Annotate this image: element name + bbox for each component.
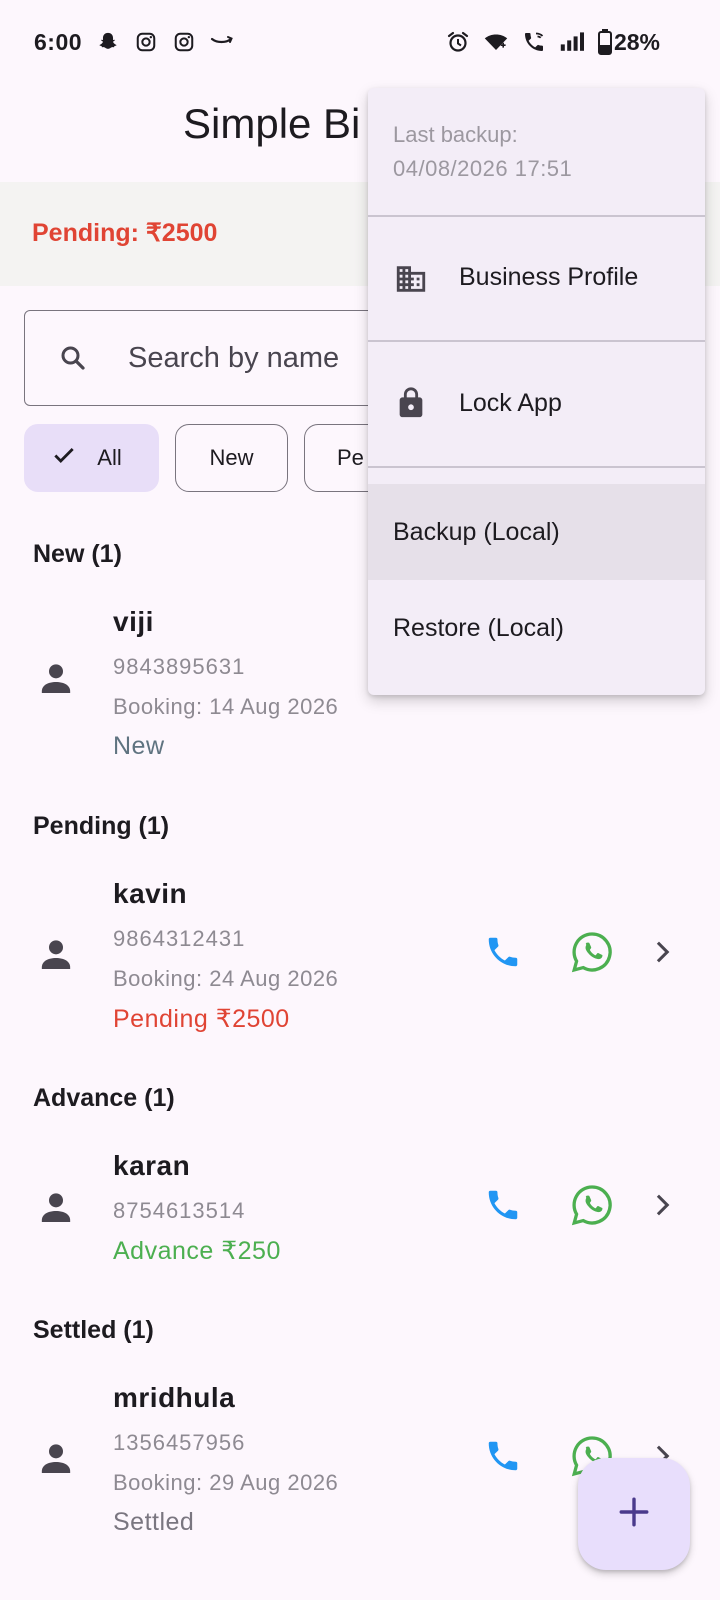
contact-name: viji	[113, 606, 154, 637]
filter-chip-label: New	[209, 445, 254, 470]
booking-date: Booking: 14 Aug 2026	[113, 694, 339, 719]
contact-name: mridhula	[113, 1382, 236, 1413]
page-title: Simple Bi	[183, 100, 361, 147]
person-icon	[36, 934, 76, 979]
contact-phone: 9864312431	[113, 926, 246, 951]
status-bar: 6:00 28%	[0, 0, 720, 84]
call-icon[interactable]	[484, 1437, 522, 1480]
chevron-right-icon[interactable]	[648, 1191, 676, 1224]
menu-item-label: Business Profile	[459, 263, 639, 291]
section-header-settled: Settled (1)	[33, 1316, 154, 1344]
booking-date: Booking: 24 Aug 2026	[113, 966, 339, 991]
filter-chip-label: Pe	[337, 445, 364, 470]
menu-item-restore-local[interactable]: Restore (Local)	[368, 580, 705, 676]
menu-item-backup-local[interactable]: Backup (Local)	[368, 484, 705, 580]
filter-chip-label: All	[97, 445, 122, 470]
list-item[interactable]: kavin 9864312431 Booking: 24 Aug 2026 Pe…	[0, 868, 720, 1038]
status-text: New	[113, 732, 165, 760]
clock: 6:00	[34, 28, 83, 55]
wifi-icon	[484, 30, 508, 54]
amazon-icon	[210, 30, 234, 54]
search-icon	[58, 343, 88, 378]
battery-icon	[597, 29, 612, 55]
filter-chip-new[interactable]: New	[175, 424, 288, 492]
section-header-new: New (1)	[33, 540, 122, 568]
last-backup-label: Last backup:	[393, 122, 518, 147]
call-icon[interactable]	[484, 933, 522, 976]
status-text: Pending ₹2500	[113, 1005, 290, 1033]
alarm-icon	[446, 30, 470, 54]
booking-date: Booking: 29 Aug 2026	[113, 1470, 339, 1495]
section-header-advance: Advance (1)	[33, 1084, 175, 1112]
call-icon[interactable]	[484, 1186, 522, 1229]
business-icon	[394, 262, 428, 301]
menu-item-business-profile[interactable]: Business Profile	[368, 217, 705, 340]
overflow-menu: Last backup: 04/08/2026 17:51 Business P…	[368, 88, 705, 695]
add-button[interactable]	[578, 1458, 690, 1570]
wifi-calling-icon	[522, 30, 546, 54]
menu-item-label: Lock App	[459, 389, 562, 417]
person-icon	[36, 1187, 76, 1232]
contact-phone: 8754613514	[113, 1198, 246, 1223]
check-icon	[51, 442, 77, 474]
filter-chips: All New Pe	[24, 424, 414, 492]
contact-phone: 9843895631	[113, 654, 246, 679]
instagram-icon	[172, 30, 196, 54]
menu-item-label: Backup (Local)	[393, 518, 560, 546]
status-text: Settled	[113, 1508, 195, 1536]
signal-icon	[560, 30, 584, 54]
filter-chip-all[interactable]: All	[24, 424, 159, 492]
lock-icon	[394, 386, 428, 425]
pending-total: Pending: ₹2500	[32, 219, 218, 247]
instagram-icon	[134, 30, 158, 54]
contact-name: kavin	[113, 878, 188, 909]
person-icon	[36, 658, 76, 703]
menu-divider	[368, 466, 705, 468]
whatsapp-icon[interactable]	[570, 930, 614, 979]
status-text: Advance ₹250	[113, 1237, 281, 1265]
whatsapp-icon[interactable]	[570, 1183, 614, 1232]
list-item[interactable]: karan 8754613514 Advance ₹250	[0, 1140, 720, 1270]
plus-icon	[617, 1495, 651, 1534]
contact-name: karan	[113, 1150, 191, 1181]
battery-level: 28%	[613, 28, 660, 55]
contact-phone: 1356457956	[113, 1430, 246, 1455]
section-header-pending: Pending (1)	[33, 812, 170, 840]
menu-item-label: Restore (Local)	[393, 614, 564, 642]
person-icon	[36, 1438, 76, 1483]
snapchat-icon	[96, 30, 120, 54]
chevron-right-icon[interactable]	[648, 938, 676, 971]
menu-item-lock-app[interactable]: Lock App	[368, 342, 705, 466]
last-backup-time: 04/08/2026 17:51	[393, 156, 573, 181]
